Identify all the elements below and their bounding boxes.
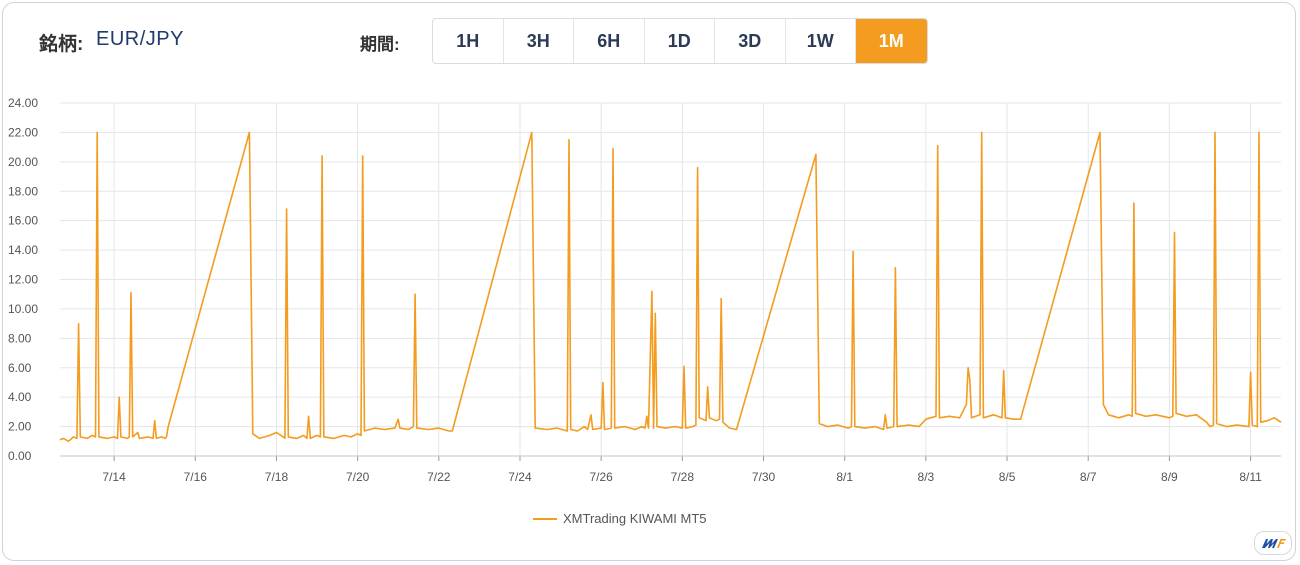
y-tick-label: 16.00	[8, 214, 38, 228]
y-tick-label: 18.00	[8, 184, 38, 198]
y-tick-label: 8.00	[8, 331, 32, 345]
x-tick-label: 7/24	[508, 470, 532, 484]
x-tick-label: 7/20	[346, 470, 370, 484]
chart-legend[interactable]: XMTrading KIWAMI MT5	[533, 511, 707, 526]
legend-label: XMTrading KIWAMI MT5	[563, 511, 707, 526]
y-tick-label: 4.00	[8, 390, 32, 404]
y-axis-ticks: 0.00 2.00 4.00 6.00 8.00 10.00 12.00 14.00 16.00…	[8, 96, 38, 463]
y-tick-label: 24.00	[8, 96, 38, 110]
y-tick-label: 20.00	[8, 155, 38, 169]
spread-line-chart: 0.00 2.00 4.00 6.00 8.00 10.00 12.00 14.00 16.00…	[8, 96, 1282, 484]
x-axis-ticks: 7/14 7/16 7/18 7/20 7/22 7/24 7/26 7/28 7/30 8/1 8…	[102, 470, 1262, 484]
x-tick-label: 7/14	[102, 470, 126, 484]
x-tick-label: 7/30	[752, 470, 776, 484]
y-tick-label: 22.00	[8, 125, 38, 139]
y-tick-label: 2.00	[8, 420, 32, 434]
x-tick-label: 7/28	[671, 470, 695, 484]
x-tick-label: 8/7	[1080, 470, 1097, 484]
mf-logo-glyph	[1262, 539, 1286, 548]
x-tick-label: 8/9	[1161, 470, 1178, 484]
y-tick-label: 6.00	[8, 361, 32, 375]
series-line	[59, 131, 1282, 443]
legend-swatch	[533, 517, 557, 520]
x-tick-label: 7/26	[589, 470, 613, 484]
x-tick-label: 7/22	[427, 470, 451, 484]
y-tick-label: 14.00	[8, 243, 38, 257]
y-tick-label: 12.00	[8, 273, 38, 287]
x-tick-label: 8/3	[918, 470, 935, 484]
x-tick-label: 8/1	[836, 470, 853, 484]
x-tick-label: 7/16	[184, 470, 208, 484]
series-layer	[59, 131, 1282, 443]
y-tick-label: 10.00	[8, 302, 38, 316]
x-tick-label: 8/11	[1239, 470, 1262, 484]
x-tick-label: 8/5	[999, 470, 1016, 484]
y-tick-label: 0.00	[8, 449, 32, 463]
mf-logo-icon	[1254, 531, 1292, 555]
x-tick-label: 7/18	[265, 470, 289, 484]
